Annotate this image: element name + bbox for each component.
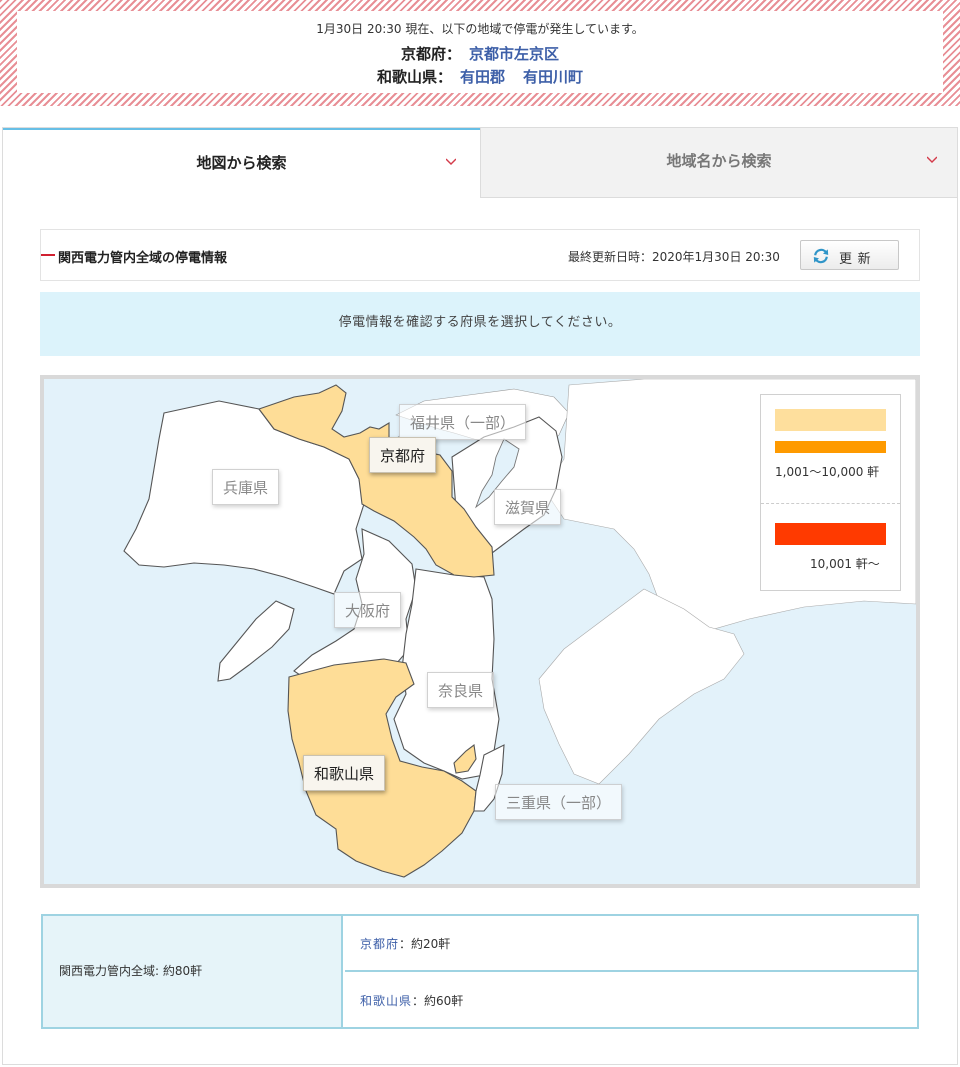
legend-swatch: [775, 441, 886, 453]
kansai-outage-map: 福井県（一部） 京都府 兵庫県 滋賀県 大阪府 奈良県 和歌山県 三重県（一部）…: [40, 375, 920, 888]
prefecture-link[interactable]: 京都府: [360, 937, 399, 951]
refresh-icon: [813, 248, 829, 264]
prefecture-label-osaka[interactable]: 大阪府: [334, 592, 402, 628]
alert-area-link[interactable]: 京都市左京区: [469, 45, 559, 63]
alert-row-wakayama: 和歌山県： 有田郡 有田川町: [17, 66, 943, 87]
refresh-label: 更 新: [839, 251, 872, 266]
tab-label: 地域名から検索: [666, 152, 772, 170]
select-prefecture-notice: 停電情報を確認する府県を選択してください。: [40, 292, 920, 356]
alert-headline: 1月30日 20:30 現在、以下の地域で停電が発生しています。: [316, 22, 644, 36]
prefecture-count-text: 和歌山県：約60軒: [360, 992, 463, 1009]
total-count-text: 関西電力管内全域: 約80軒: [59, 964, 203, 978]
legend-label: 10,001 軒〜: [810, 557, 880, 571]
alert-area-link[interactable]: 有田川町: [523, 68, 583, 86]
awaji-land: [217, 600, 295, 682]
prefecture-count-row: 和歌山県：約60軒: [345, 973, 917, 1029]
outage-search-panel: 地図から検索 地域名から検索 関西電力管内全域の停電情報 最終更新日時：2020…: [2, 127, 958, 1065]
tab-map-search[interactable]: 地図から検索: [3, 128, 480, 198]
chevron-down-icon: [927, 156, 937, 163]
prefecture-label-kyoto[interactable]: 京都府: [369, 437, 437, 473]
alert-prefecture: 和歌山県：: [376, 68, 452, 86]
prefecture-label-fukui[interactable]: 福井県（一部）: [399, 404, 527, 440]
outage-legend: 1,001〜10,000 軒 10,001 軒〜: [760, 394, 901, 591]
legend-swatch: [775, 409, 886, 431]
refresh-button[interactable]: 更 新: [800, 240, 899, 270]
total-count-cell: 関西電力管内全域: 約80軒: [43, 916, 343, 1027]
outage-alert-box: 1月30日 20:30 現在、以下の地域で停電が発生しています。 京都府： 京都市…: [17, 11, 943, 93]
prefecture-label-hyogo[interactable]: 兵庫県: [212, 469, 280, 505]
prefecture-link[interactable]: 和歌山県: [360, 994, 412, 1008]
outage-alert-banner: 1月30日 20:30 現在、以下の地域で停電が発生しています。 京都府： 京都市…: [0, 0, 960, 106]
alert-prefecture: 京都府：: [400, 45, 461, 63]
last-updated-text: 最終更新日時：2020年1月30日 20:30: [568, 250, 780, 264]
prefecture-label-wakayama[interactable]: 和歌山県: [303, 755, 386, 791]
count-value: ：約60軒: [412, 994, 464, 1008]
tab-label: 地図から検索: [196, 154, 287, 172]
section-title: 関西電力管内全域の停電情報: [58, 251, 228, 266]
legend-label: 1,001〜10,000 軒: [775, 465, 880, 479]
prefecture-count-text: 京都府：約20軒: [360, 935, 450, 952]
legend-divider: [761, 503, 900, 504]
chevron-down-icon: [446, 158, 456, 165]
count-value: ：約20軒: [399, 937, 451, 951]
prefecture-label-shiga[interactable]: 滋賀県: [494, 489, 562, 525]
prefecture-label-nara[interactable]: 奈良県: [427, 672, 495, 708]
tab-area-name-search[interactable]: 地域名から検索: [480, 128, 957, 198]
title-accent-bar: [41, 254, 55, 256]
prefecture-label-mie[interactable]: 三重県（一部）: [495, 784, 623, 820]
legend-swatch: [775, 523, 886, 545]
prefecture-count-row: 京都府：約20軒: [345, 916, 917, 972]
outage-info-header: 関西電力管内全域の停電情報 最終更新日時：2020年1月30日 20:30 更 …: [40, 229, 920, 281]
outage-count-table: 関西電力管内全域: 約80軒 京都府：約20軒 和歌山県：約60軒: [41, 914, 919, 1029]
alert-row-kyoto: 京都府： 京都市左京区: [17, 43, 943, 64]
alert-area-link[interactable]: 有田郡: [460, 68, 505, 86]
